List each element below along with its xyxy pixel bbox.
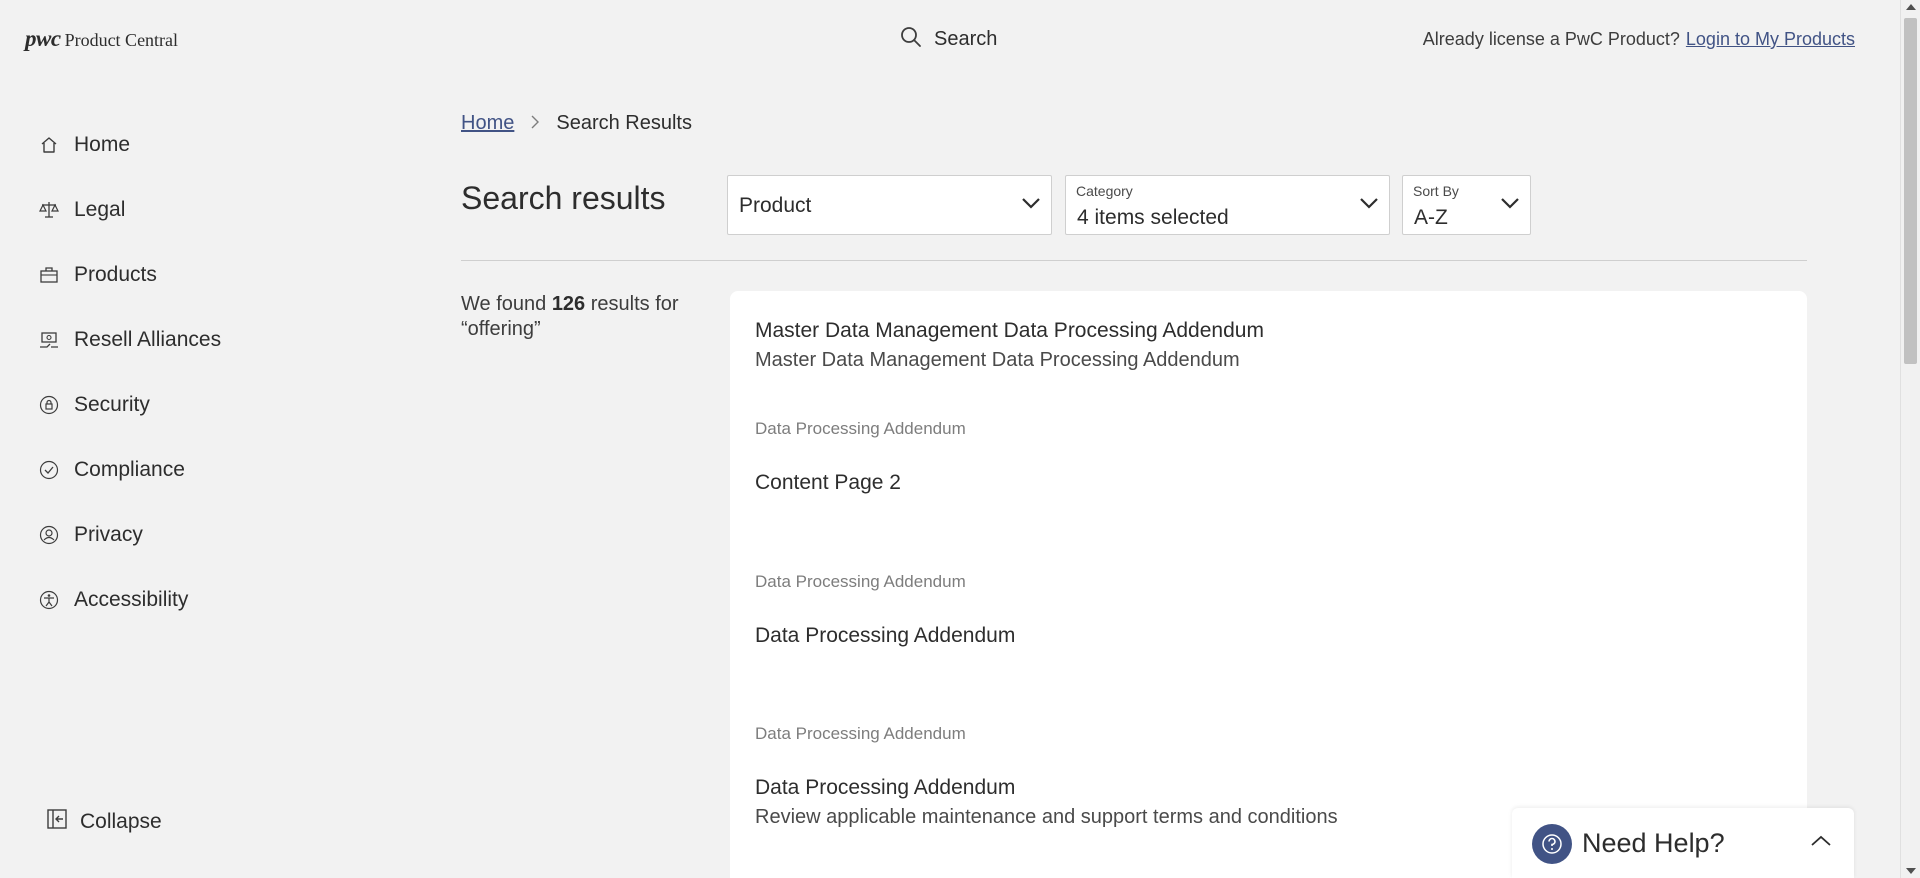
product-filter-value: Product (739, 194, 812, 217)
sidebar-item-security[interactable]: Security (38, 390, 150, 420)
license-question: Already license a PwC Product? (1422, 29, 1680, 49)
sidebar-item-resell-alliances[interactable]: Resell Alliances (38, 325, 221, 355)
result-title: Data Processing Addendum (755, 624, 1016, 647)
found-suffix: results for (590, 293, 679, 315)
results-list: Master Data Management Data Processing A… (730, 291, 1807, 878)
result-category: Data Processing Addendum (755, 572, 966, 591)
result-title: Master Data Management Data Processing A… (755, 319, 1264, 342)
sidebar-item-label: Legal (74, 198, 126, 221)
sidebar-item-label: Compliance (74, 458, 185, 481)
result-category: Data Processing Addendum (755, 419, 966, 438)
sidebar-item-privacy[interactable]: Privacy (38, 520, 143, 550)
sort-by-dropdown[interactable]: Sort By A-Z (1402, 175, 1531, 235)
scroll-down-arrow-icon[interactable] (1906, 868, 1916, 874)
need-help-widget[interactable]: Need Help? (1512, 808, 1854, 878)
result-description: Master Data Management Data Processing A… (755, 349, 1240, 371)
breadcrumb: Home Search Results (461, 112, 692, 135)
search-icon (900, 26, 922, 53)
license-prompt: Already license a PwC Product? Login to … (1423, 29, 1855, 50)
handshake-icon (38, 329, 60, 351)
sidebar-item-accessibility[interactable]: Accessibility (38, 585, 188, 615)
chevron-up-icon (1810, 834, 1832, 853)
category-filter-label: Category (1076, 183, 1133, 199)
breadcrumb-current: Search Results (556, 112, 692, 134)
results-count: 126 (551, 293, 586, 315)
sidebar-item-label: Security (74, 393, 150, 416)
sidebar-item-home[interactable]: Home (38, 130, 130, 160)
lock-icon (38, 394, 60, 416)
sidebar-item-products[interactable]: Products (38, 260, 157, 290)
collapse-button[interactable]: Collapse (46, 808, 162, 835)
chevron-down-icon (1500, 196, 1520, 215)
scroll-thumb[interactable] (1904, 18, 1917, 364)
briefcase-icon (38, 264, 60, 286)
accessibility-icon (38, 589, 60, 611)
logo-text: Product Central (64, 30, 179, 50)
sidebar-item-label: Home (74, 133, 131, 156)
collapse-label: Collapse (80, 809, 162, 833)
sidebar-item-legal[interactable]: Legal (38, 195, 125, 225)
result-category: Data Processing Addendum (755, 724, 966, 743)
logo-mark: pwc (25, 26, 61, 51)
sort-by-value: A-Z (1414, 206, 1448, 229)
top-header: pwc Product Central Search Already licen… (0, 0, 1900, 80)
search-label: Search (934, 28, 998, 50)
result-title: Content Page 2 (755, 471, 901, 494)
chevron-down-icon (1021, 196, 1041, 215)
sidebar-item-label: Resell Alliances (74, 328, 222, 351)
need-help-label: Need Help? (1582, 828, 1725, 858)
page-scrollbar[interactable] (1900, 0, 1920, 878)
result-title: Data Processing Addendum (755, 776, 1016, 799)
chevron-down-icon (1359, 196, 1379, 215)
scales-icon (38, 199, 60, 221)
category-filter-value: 4 items selected (1077, 206, 1229, 229)
results-summary: We found 126 results for “offering” (461, 292, 691, 342)
page-title: Search results (461, 180, 666, 216)
sort-by-label: Sort By (1413, 183, 1459, 199)
search-box[interactable]: Search (900, 26, 997, 53)
user-shield-icon (38, 524, 60, 546)
found-prefix: We found (461, 293, 547, 315)
search-query: “offering” (461, 318, 541, 340)
pwc-logo[interactable]: pwc Product Central (25, 26, 178, 52)
scroll-up-arrow-icon[interactable] (1906, 4, 1916, 10)
product-filter-dropdown[interactable]: Product (727, 175, 1052, 235)
divider (461, 260, 1807, 261)
home-icon (38, 134, 60, 156)
help-icon (1532, 824, 1572, 864)
check-circle-icon (38, 459, 60, 481)
breadcrumb-home-link[interactable]: Home (461, 112, 514, 135)
sidebar-item-label: Privacy (74, 523, 143, 546)
sidebar-item-compliance[interactable]: Compliance (38, 455, 185, 485)
collapse-icon (46, 808, 68, 835)
category-filter-dropdown[interactable]: Category 4 items selected (1065, 175, 1390, 235)
result-description: Review applicable maintenance and suppor… (755, 806, 1338, 828)
chevron-right-icon (530, 112, 540, 135)
sidebar-item-label: Products (74, 263, 157, 286)
sidebar-item-label: Accessibility (74, 588, 189, 611)
login-link[interactable]: Login to My Products (1686, 29, 1855, 50)
